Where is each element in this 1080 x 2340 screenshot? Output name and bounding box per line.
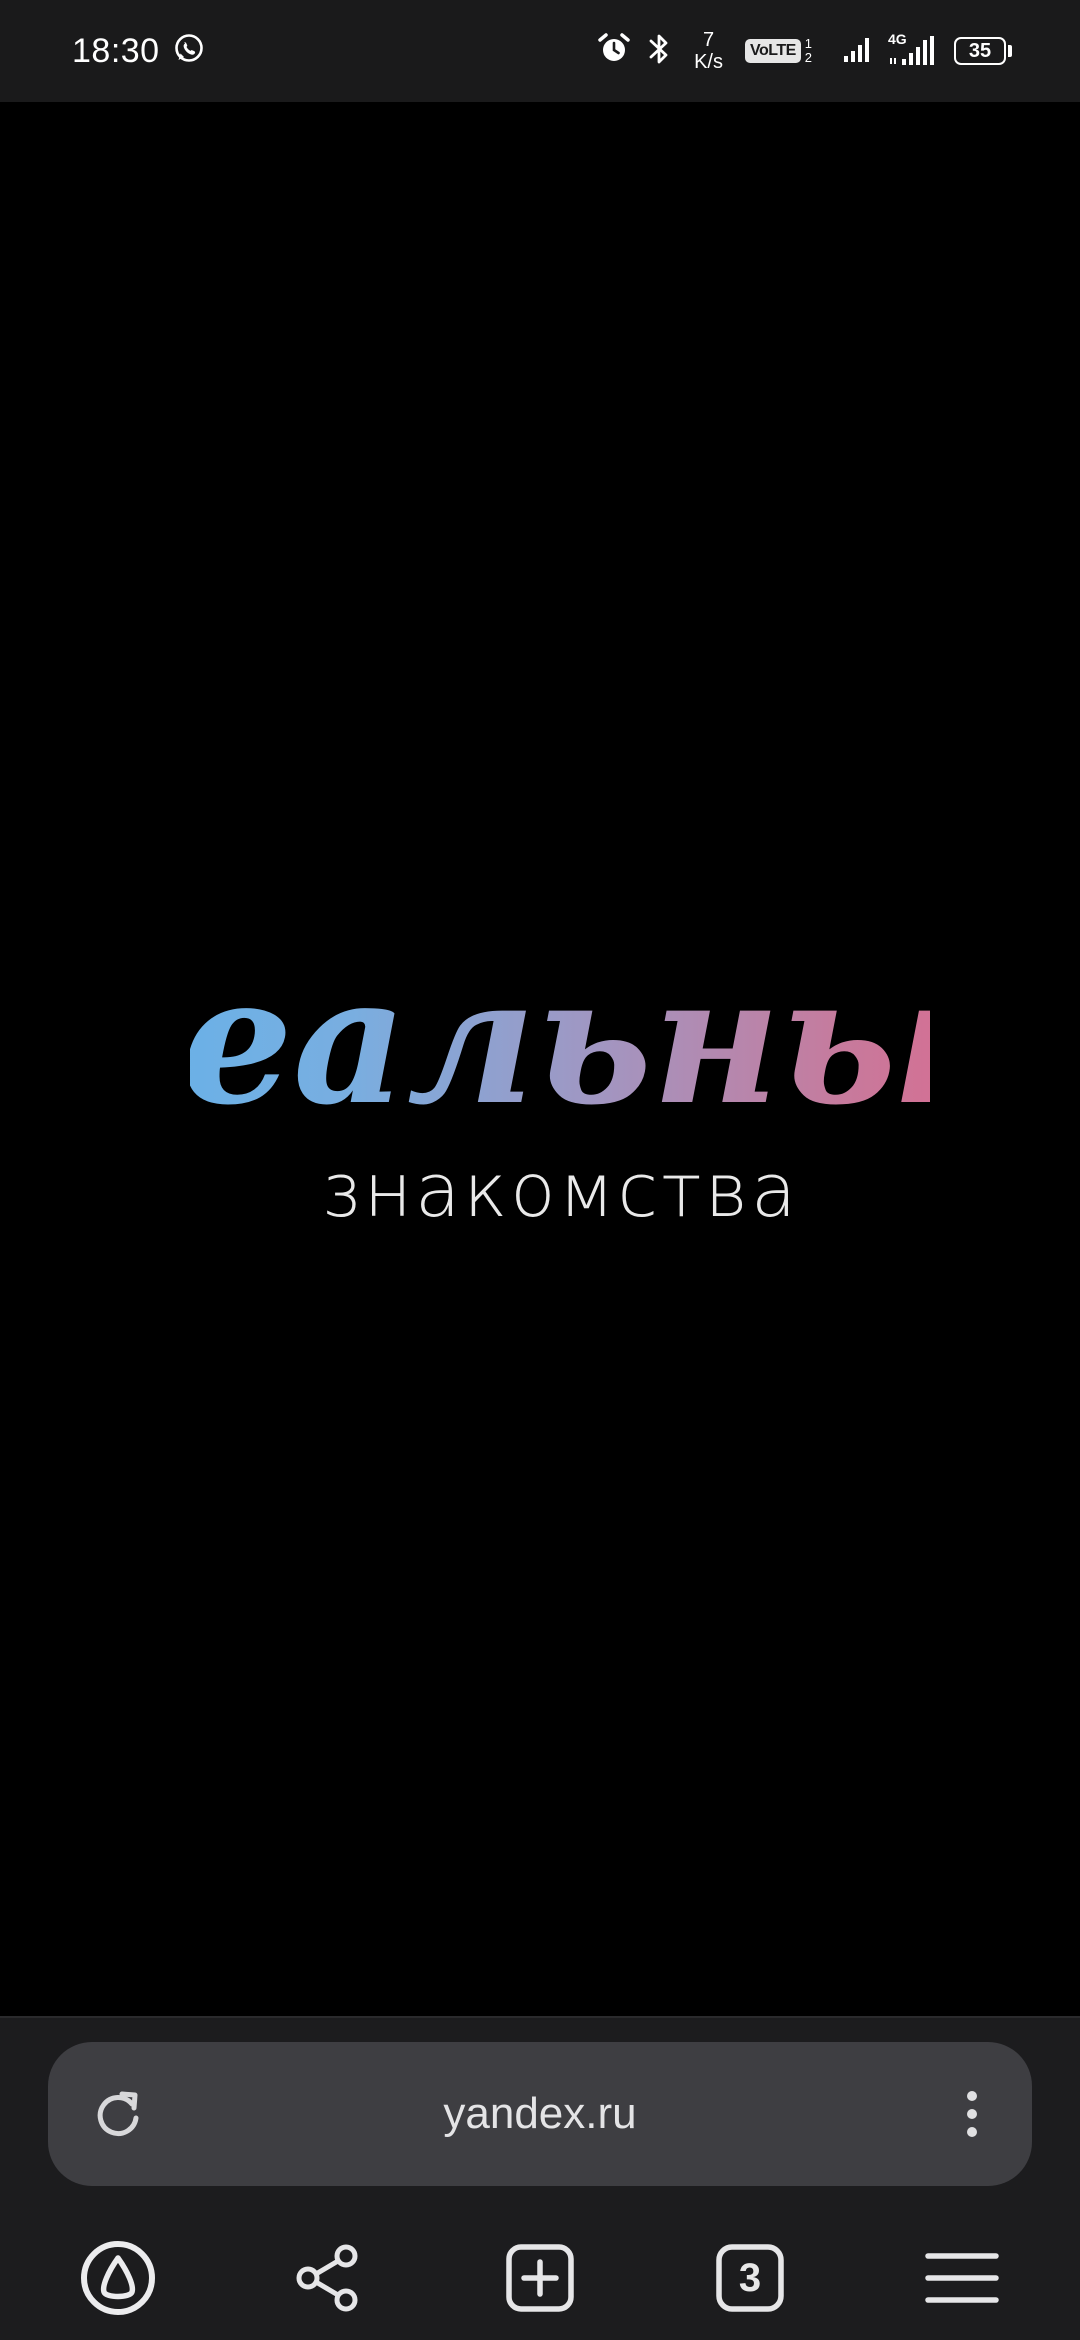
logo-subtitle: знакомства — [320, 1148, 800, 1234]
volte-sim-numbers: 1 2 — [805, 37, 812, 65]
alarm-icon — [596, 31, 632, 72]
tabs-count: 3 — [738, 2255, 762, 2300]
url-text[interactable]: yandex.ru — [198, 2042, 882, 2186]
battery-body: 35 — [954, 37, 1006, 65]
status-bar: 18:30 7 K/s VoLTE 1 2 4G 35 — [0, 0, 1080, 102]
page-content: Реальные знакомства — [0, 102, 1080, 2016]
status-time: 18:30 — [72, 31, 160, 70]
alice-button[interactable] — [68, 2228, 168, 2328]
tabs-button[interactable]: 3 — [700, 2228, 800, 2328]
signal-icon — [842, 34, 874, 69]
network-speed: 7 K/s — [694, 29, 723, 73]
battery-tip — [1008, 45, 1012, 57]
share-button[interactable] — [278, 2228, 378, 2328]
menu-icon — [925, 2253, 999, 2303]
network-speed-value: 7 — [702, 29, 715, 51]
browser-bottom-bar: yandex.ru 3 — [0, 2016, 1080, 2340]
volte-sim-bottom: 2 — [804, 50, 812, 65]
volte-indicator: VoLTE 1 2 — [744, 37, 812, 65]
reload-icon[interactable] — [88, 2084, 148, 2144]
more-vert-icon[interactable] — [952, 2084, 992, 2144]
screen: 18:30 7 K/s VoLTE 1 2 4G 35 еальн знаком… — [0, 0, 1080, 2340]
status-right: 7 K/s VoLTE 1 2 4G 35 — [596, 0, 1012, 102]
share-icon — [296, 2244, 358, 2312]
logo-script-text: Реальные — [190, 937, 930, 1144]
status-left: 18:30 — [72, 0, 206, 102]
whatsapp-icon — [172, 32, 206, 71]
new-tab-button[interactable] — [490, 2228, 590, 2328]
alice-icon — [81, 2241, 155, 2315]
volte-label: VoLTE — [744, 39, 801, 63]
bluetooth-icon — [646, 31, 672, 72]
volte-sim-top: 1 — [804, 36, 812, 51]
address-bar[interactable]: yandex.ru — [48, 2042, 1032, 2186]
menu-button[interactable] — [912, 2228, 1012, 2328]
brand-logo: Реальные знакомства — [190, 912, 930, 1292]
network-speed-unit: K/s — [694, 51, 723, 73]
battery-icon: 35 — [954, 37, 1012, 65]
signal-4g-icon: 4G — [888, 32, 940, 68]
logo-script: Реальные — [190, 937, 930, 1144]
battery-level: 35 — [968, 40, 992, 62]
browser-nav-row: 3 — [0, 2218, 1080, 2340]
new-tab-icon — [506, 2244, 574, 2312]
